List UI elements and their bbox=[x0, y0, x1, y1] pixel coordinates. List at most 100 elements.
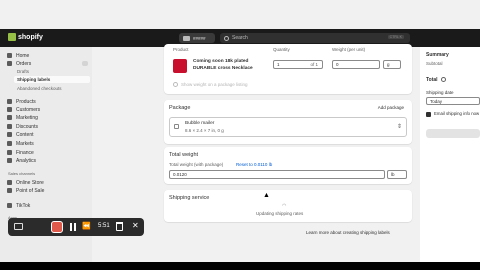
total-label: Total bbox=[426, 77, 438, 83]
sidebar-item-shipping-labels[interactable]: Shipping labels bbox=[14, 76, 90, 83]
sidebar-item-label: Marketing bbox=[16, 114, 38, 121]
sidebar-item-abandoned-checkouts[interactable]: Abandoned checkouts bbox=[17, 85, 62, 92]
weight-field[interactable]: 0 bbox=[332, 60, 380, 69]
total-weight-subtitle: Total weight (with package) bbox=[169, 162, 224, 167]
markets-icon bbox=[7, 141, 12, 146]
logo-text: shopify bbox=[18, 33, 43, 41]
sidebar-item-home[interactable]: Home bbox=[7, 52, 29, 59]
sidebar-item-label: Point of Sale bbox=[16, 187, 45, 194]
line-items-card: Product Quantity Weight (per unit) Comin… bbox=[164, 44, 412, 94]
subtotal-label: Subtotal bbox=[426, 61, 443, 66]
add-package-button[interactable]: Add package bbox=[378, 105, 404, 110]
weight-value: 0 bbox=[336, 62, 339, 67]
summary-panel: Summary Subtotal Total Shipping date Tod… bbox=[420, 47, 480, 262]
sidebar-item-content[interactable]: Content bbox=[7, 131, 34, 138]
shipping-service-card: Shipping service ◠ Updating shipping rat… bbox=[164, 190, 412, 222]
sidebar-item-label: Home bbox=[16, 52, 30, 59]
weight-unit-select[interactable]: g bbox=[383, 60, 401, 69]
package-title: Package bbox=[169, 105, 191, 111]
sidebar-item-point-of-sale[interactable]: Point of Sale bbox=[7, 187, 44, 194]
product-name-line2[interactable]: DURABLE cross Necklace bbox=[193, 66, 253, 71]
close-icon[interactable]: ✕ bbox=[132, 221, 139, 231]
orders-icon bbox=[7, 61, 12, 66]
sidebar-item-finance[interactable]: Finance bbox=[7, 149, 34, 156]
package-dimensions: 8.6 × 2.4 × 7 in, 0 g bbox=[185, 128, 224, 133]
content-icon bbox=[7, 132, 12, 137]
column-header-weight: Weight (per unit) bbox=[332, 47, 366, 52]
sidebar-item-marketing[interactable]: Marketing bbox=[7, 114, 38, 121]
sales-channels-heading[interactable]: Sales channels bbox=[8, 171, 35, 176]
sidebar-item-label: Markets bbox=[16, 140, 34, 147]
sidebar-item-label: Finance bbox=[16, 149, 34, 156]
trash-icon[interactable] bbox=[116, 222, 123, 231]
package-select[interactable]: Bubble mailer 8.6 × 2.4 × 7 in, 0 g ⇕ bbox=[169, 117, 407, 137]
store-name: ##### bbox=[193, 35, 206, 41]
marketing-icon bbox=[7, 115, 12, 120]
sidebar-item-products[interactable]: Products bbox=[7, 98, 36, 105]
orders-count-badge bbox=[82, 61, 88, 66]
products-icon bbox=[7, 99, 12, 104]
email-checkbox[interactable] bbox=[426, 112, 431, 117]
sidebar-item-label: Products bbox=[16, 98, 36, 105]
label-note-radio[interactable] bbox=[173, 82, 178, 87]
analytics-icon bbox=[7, 158, 12, 163]
sidebar-item-discounts[interactable]: Discounts bbox=[7, 123, 38, 130]
total-weight-unit: lb bbox=[391, 172, 395, 177]
total-weight-title: Total weight bbox=[169, 152, 199, 158]
product-thumbnail bbox=[173, 59, 187, 73]
sidebar-item-label: Content bbox=[16, 131, 34, 138]
shipping-service-title: Shipping service bbox=[169, 195, 210, 201]
search-shortcut: CTRL K bbox=[387, 35, 404, 39]
quantity-value: 1 bbox=[277, 62, 280, 67]
product-name-line1[interactable]: Coming soon 18k plated bbox=[193, 59, 248, 64]
email-shipping-label: Email shipping info now bbox=[434, 111, 480, 116]
search-placeholder: Search bbox=[232, 35, 248, 41]
app-window: shopify ##### Search CTRL K Home Orders … bbox=[0, 0, 480, 262]
total-weight-card: Total weight Total weight (with package)… bbox=[164, 147, 412, 184]
shipping-date-value: Today bbox=[430, 99, 443, 104]
quantity-total: of 1 bbox=[310, 62, 318, 67]
buy-label-button[interactable] bbox=[426, 129, 480, 138]
screen-recorder-toolbar: ⏪ 5:51 ✕ bbox=[8, 218, 144, 236]
sidebar-item-label: Discounts bbox=[16, 123, 38, 130]
chevron-updown-icon: ⇕ bbox=[396, 124, 402, 130]
pause-button[interactable] bbox=[70, 223, 76, 231]
camera-icon[interactable] bbox=[14, 223, 23, 230]
customers-icon bbox=[7, 107, 12, 112]
sidebar-item-markets[interactable]: Markets bbox=[7, 140, 34, 147]
package-icon bbox=[174, 124, 179, 129]
sidebar-item-customers[interactable]: Customers bbox=[7, 106, 40, 113]
total-weight-field[interactable]: 0.0120 bbox=[169, 170, 385, 179]
sidebar-item-analytics[interactable]: Analytics bbox=[7, 157, 36, 164]
sidebar-item-label: Analytics bbox=[16, 157, 37, 164]
mouse-cursor-icon: ▲ bbox=[263, 192, 270, 199]
column-header-product: Product bbox=[173, 47, 189, 52]
finance-icon bbox=[7, 150, 12, 155]
package-name: Bubble mailer bbox=[185, 121, 215, 126]
weight-unit: g bbox=[387, 62, 390, 67]
quantity-field[interactable]: 1 of 1 bbox=[273, 60, 323, 69]
shipping-date-select[interactable]: Today bbox=[426, 97, 480, 105]
discounts-icon bbox=[7, 124, 12, 129]
search-input[interactable]: Search CTRL K bbox=[220, 33, 410, 43]
info-icon[interactable] bbox=[441, 77, 446, 82]
home-icon bbox=[7, 53, 12, 58]
sidebar-item-drafts[interactable]: Drafts bbox=[17, 68, 29, 75]
sidebar-item-orders[interactable]: Orders bbox=[7, 60, 31, 67]
sidebar-item-label: Online Store bbox=[16, 179, 44, 186]
restart-icon[interactable]: ⏪ bbox=[82, 223, 91, 231]
store-switcher[interactable]: ##### bbox=[179, 33, 215, 43]
recording-time: 5:51 bbox=[98, 223, 110, 229]
stop-recording-button[interactable] bbox=[51, 221, 63, 233]
learn-more-link[interactable]: Learn more about creating shipping label… bbox=[306, 230, 390, 235]
sidebar-item-label: TikTok bbox=[16, 202, 31, 209]
sidebar-item-label: Orders bbox=[16, 60, 32, 67]
sidebar-item-label: Customers bbox=[16, 106, 41, 113]
total-weight-unit-select[interactable]: lb bbox=[387, 170, 407, 179]
reset-weight-link[interactable]: Reset to 0.0110 lb bbox=[236, 162, 272, 167]
point-of-sale-icon bbox=[7, 188, 12, 193]
sidebar-item-online-store[interactable]: Online Store bbox=[7, 179, 44, 186]
updating-rates-text: Updating shipping rates bbox=[256, 211, 304, 216]
sidebar-item-tiktok[interactable]: TikTok bbox=[7, 202, 30, 209]
shopify-logo[interactable]: shopify bbox=[8, 33, 43, 41]
